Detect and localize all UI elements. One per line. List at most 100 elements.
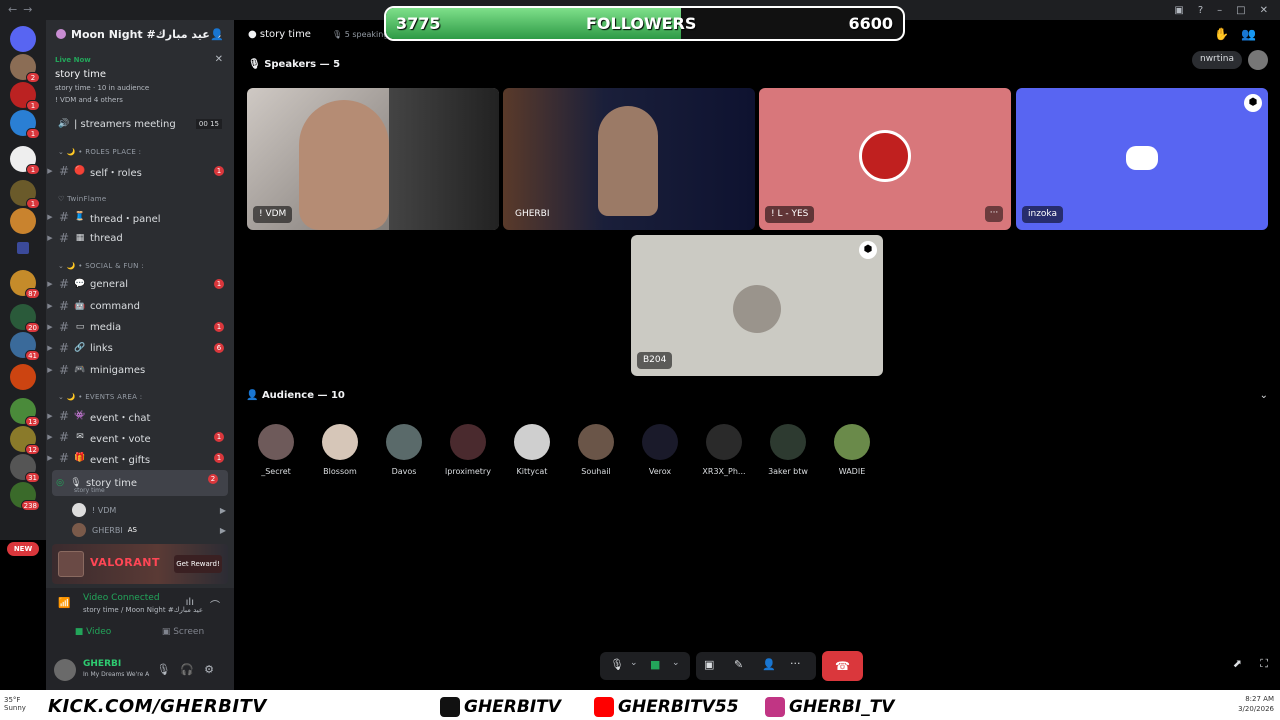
more-options-icon[interactable]: ··· xyxy=(790,657,801,670)
speakers-summary: ! VDM and 4 others xyxy=(55,96,123,104)
microphone-icon[interactable]: 🎙 xyxy=(610,658,624,671)
channel-minigames[interactable]: ▶ # 🎮 minigames xyxy=(46,360,234,380)
server-name: Moon Night #عيد مبارك xyxy=(71,28,210,41)
channel-command[interactable]: ▶ # 🤖 command xyxy=(46,296,234,316)
minimize-icon[interactable]: – xyxy=(1217,5,1222,16)
close-icon[interactable]: ✕ xyxy=(215,54,223,65)
chevron-down-icon[interactable]: ⌄ xyxy=(630,658,638,668)
server-header[interactable]: Moon Night #عيد مبارك ⌄ 👤 xyxy=(46,20,234,48)
avatar xyxy=(258,424,294,460)
audience-member[interactable]: _Secret xyxy=(244,424,308,476)
avatar xyxy=(642,424,678,460)
audience-member[interactable]: WADIE xyxy=(820,424,884,476)
popout-icon[interactable]: ⬈ xyxy=(1233,657,1242,670)
youtube-icon xyxy=(594,697,614,717)
moderator-icon[interactable]: 👤 xyxy=(762,658,776,671)
followers-label: FOLLOWERS xyxy=(586,14,697,33)
channel-links[interactable]: ▶ # 🔗 links 6 xyxy=(46,338,234,358)
speaker-tile[interactable]: ! L - YES ··· xyxy=(759,88,1011,230)
folder-icon[interactable] xyxy=(17,242,29,254)
speaker-tile[interactable]: ⬢ inzoka xyxy=(1016,88,1268,230)
audience-member[interactable]: Verox xyxy=(628,424,692,476)
channel-event-chat[interactable]: ▶ # 👾 event・chat xyxy=(46,406,234,426)
fullscreen-icon[interactable]: ⛶ xyxy=(1260,657,1268,671)
chevron-down-icon[interactable]: ⌄ xyxy=(1260,390,1268,401)
chevron-down-icon[interactable]: ⌄ xyxy=(672,658,680,668)
get-reward-button[interactable]: Get Reward! xyxy=(174,555,222,573)
channel-thread[interactable]: ▶ # ▦ thread xyxy=(46,228,234,248)
server-icon[interactable] xyxy=(10,208,36,234)
server-icon[interactable]: 87 xyxy=(10,270,40,299)
server-icon[interactable]: 41 xyxy=(10,332,40,361)
audience-member[interactable]: Davos xyxy=(372,424,436,476)
valorant-promo[interactable]: VALORANT Get Reward! xyxy=(52,544,228,584)
clock[interactable]: 8:27 AM xyxy=(1245,695,1274,703)
server-icon[interactable]: 12 xyxy=(10,426,40,455)
category-events[interactable]: ⌄ 🌙 • EVENTS AREA : xyxy=(46,393,234,401)
disconnect-icon[interactable]: ⌒ xyxy=(210,597,220,612)
voice-member-gherbi[interactable]: GHERBI AS ▶ xyxy=(46,520,234,540)
audience-member[interactable]: Kittycat xyxy=(500,424,564,476)
noise-suppression-icon[interactable]: ılı xyxy=(186,597,194,608)
speaker-tile[interactable]: ⬢ B204 xyxy=(631,235,883,376)
speaker-tile[interactable]: ! VDM xyxy=(247,88,499,230)
speaker-tile[interactable]: GHERBI xyxy=(503,88,755,230)
channel-media[interactable]: ▶ # ▭ media 1 xyxy=(46,317,234,337)
server-icon[interactable]: 20 xyxy=(10,304,40,333)
server-icon[interactable]: 1 xyxy=(10,110,40,139)
server-icon[interactable]: 31 xyxy=(10,454,40,483)
avatar[interactable] xyxy=(54,659,76,681)
discord-home-icon[interactable] xyxy=(10,26,36,52)
channel-event-gifts[interactable]: ▶ # 🎁 event・gifts 1 xyxy=(46,448,234,468)
speaker-name: GHERBI xyxy=(515,209,550,219)
server-icon[interactable]: 1 xyxy=(10,82,40,111)
system-tray: 8:27 AM 3/20/2026 xyxy=(1238,694,1274,714)
server-icon[interactable]: 13 xyxy=(10,398,40,427)
category-social[interactable]: ⌄ 🌙 • SOCIAL & FUN : xyxy=(46,262,234,270)
audience-member[interactable]: Souhail xyxy=(564,424,628,476)
server-badge: 1 xyxy=(26,100,40,111)
camera-icon[interactable]: ■ xyxy=(650,658,660,671)
voice-member-vdm[interactable]: ! VDM ▶ xyxy=(46,500,234,520)
date[interactable]: 3/20/2026 xyxy=(1238,705,1274,713)
activity-icon[interactable]: ✎ xyxy=(734,658,743,671)
inbox-icon[interactable]: ▣ xyxy=(1174,5,1183,16)
header-actions[interactable]: ✋👥 xyxy=(1214,27,1268,41)
maximize-icon[interactable]: □ xyxy=(1236,5,1245,16)
live-title: story time xyxy=(55,69,107,80)
audience-member[interactable]: 3aker btw xyxy=(756,424,820,476)
followers-goal-bar: 3775 FOLLOWERS 6600 xyxy=(384,6,905,41)
channel-streamers-meeting[interactable]: 🔊 | streamers meeting 00 15 xyxy=(46,114,234,134)
speaker-name: ! L - YES xyxy=(765,206,815,223)
server-icon[interactable]: 238 xyxy=(10,482,40,511)
screen-share-icon[interactable]: ▣ xyxy=(704,658,714,671)
close-window-icon[interactable]: ✕ xyxy=(1260,5,1268,16)
user-chip[interactable]: nwrtina xyxy=(1191,51,1242,69)
server-icon[interactable] xyxy=(10,364,36,390)
stage-title: ● story time xyxy=(248,29,311,40)
help-icon[interactable]: ? xyxy=(1198,5,1203,16)
screen-share-button[interactable]: ▣ Screen xyxy=(142,621,224,643)
more-options-icon[interactable]: ··· xyxy=(985,206,1003,222)
server-icon[interactable]: 1 xyxy=(10,146,40,175)
channel-self-roles[interactable]: ▶ # 🔴 self・roles 1 xyxy=(46,161,234,181)
audience-member[interactable]: XR3X_Ph... xyxy=(692,424,756,476)
category-roles[interactable]: ⌄ 🌙 • ROLES PLACE : xyxy=(46,148,234,156)
channel-story-time[interactable]: ◎ 🎙 story time story time 2 xyxy=(52,470,228,496)
add-member-icon[interactable]: 👤 xyxy=(210,28,224,41)
video-button[interactable]: ■ Video xyxy=(52,621,134,643)
avatar[interactable] xyxy=(1248,50,1268,70)
leave-stage-button[interactable]: ☎ xyxy=(822,651,863,681)
weather-widget[interactable]: 35°F Sunny xyxy=(4,696,26,712)
server-badge: 12 xyxy=(25,444,40,455)
channel-general[interactable]: ▶ # 💬 general 1 xyxy=(46,274,234,294)
channel-thread-panel[interactable]: ▶ # 🧵 thread・panel xyxy=(46,207,234,227)
user-controls[interactable]: 🎙🎧⚙ xyxy=(156,663,224,676)
category-twinflame[interactable]: ♡ TwinFlame xyxy=(46,195,234,203)
server-icon[interactable]: 2 xyxy=(10,54,40,83)
audience-member[interactable]: lproximetry xyxy=(436,424,500,476)
server-icon[interactable]: 1 xyxy=(10,180,40,209)
channel-event-vote[interactable]: ▶ # ✉ event・vote 1 xyxy=(46,427,234,447)
audience-member[interactable]: Blossom xyxy=(308,424,372,476)
nav-arrows[interactable]: ←→ xyxy=(8,3,38,16)
